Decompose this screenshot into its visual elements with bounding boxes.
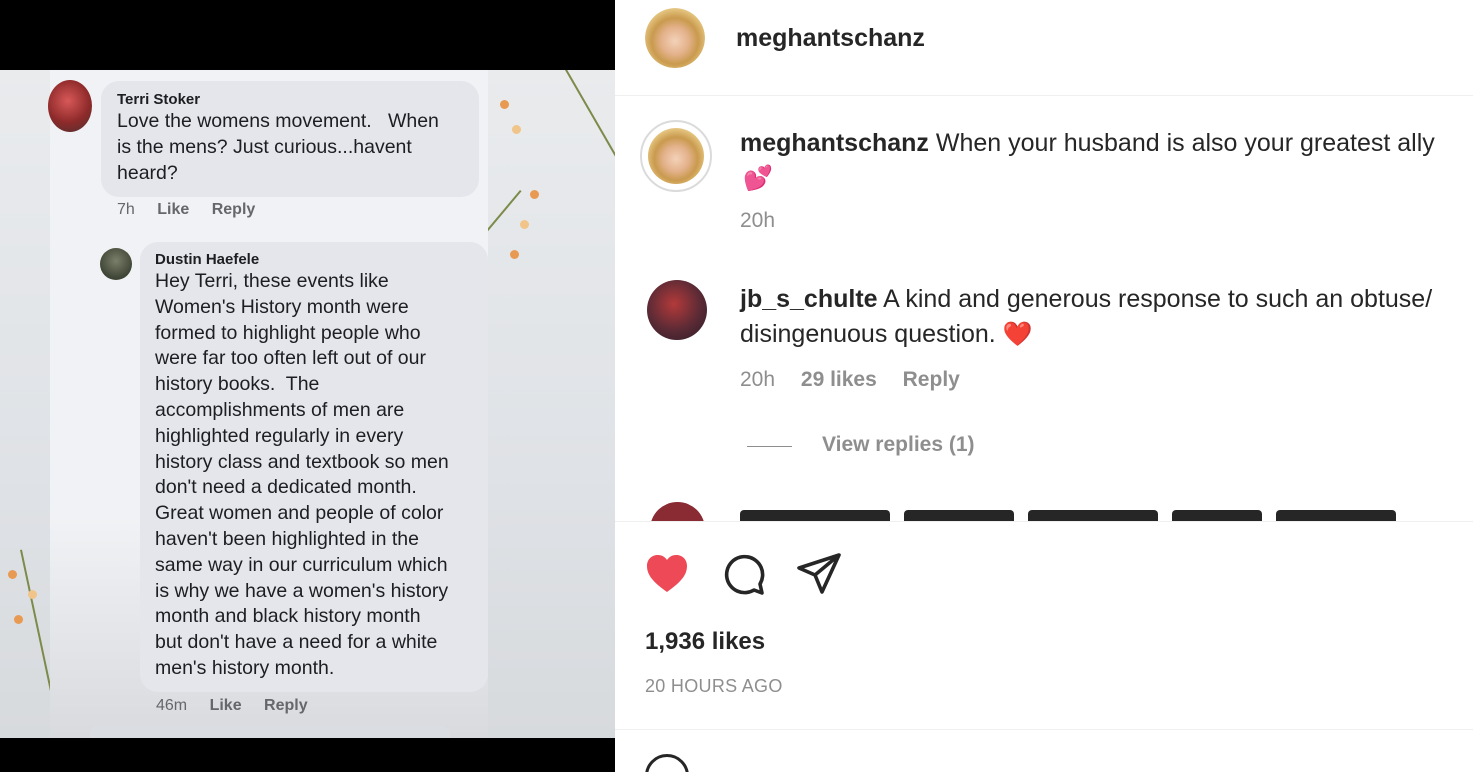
avatar[interactable] — [640, 120, 712, 192]
reply-bubble: Dustin Haefele Hey Terri, these events l… — [140, 242, 488, 692]
avatar[interactable] — [645, 8, 705, 68]
replies-divider — [747, 446, 792, 447]
comment-author: Terri Stoker — [117, 91, 201, 108]
comment-text: Love the womens movement. When is the me… — [117, 110, 439, 184]
comment-time: 7h — [117, 201, 135, 218]
facebook-comment-screenshot: Terri Stoker Love the womens movement. W… — [0, 70, 615, 738]
clipped-comment — [740, 502, 1460, 521]
header-username[interactable]: meghantschanz — [736, 24, 925, 53]
comment-likes[interactable]: 29 likes — [801, 368, 877, 391]
like-link: Like — [209, 697, 242, 714]
blossom-decoration — [510, 250, 519, 259]
blossom-decoration — [14, 615, 23, 624]
flower-stem-decoration — [565, 70, 615, 183]
reply-meta: 46m Like Reply — [156, 697, 326, 715]
post-date: 20 HOURS AGO — [645, 676, 783, 696]
red-heart-icon: ❤️ — [1002, 321, 1033, 348]
two-hearts-icon: 💕 — [743, 165, 773, 192]
heart-icon[interactable] — [643, 550, 691, 598]
reply-link: Reply — [264, 697, 308, 714]
blossom-decoration — [500, 100, 509, 109]
blossom-decoration — [8, 570, 17, 579]
avatar[interactable] — [650, 502, 705, 521]
post-actions: 1,936 likes 20 HOURS AGO — [615, 521, 1473, 731]
post-media: Terri Stoker Love the womens movement. W… — [0, 0, 615, 772]
post-header: meghantschanz — [615, 0, 1473, 96]
write-comment-bar — [90, 726, 450, 738]
caption: meghantschanz When your husband is also … — [740, 126, 1460, 161]
blossom-decoration — [520, 220, 529, 229]
like-link: Like — [157, 201, 190, 218]
emoji-icon[interactable] — [645, 754, 689, 772]
comment: jb_s_chulte A kind and generous response… — [740, 282, 1460, 352]
comment-username[interactable]: jb_s_chulte — [740, 285, 878, 313]
add-comment-bar — [615, 729, 1473, 772]
reply-author: Dustin Haefele — [155, 251, 260, 268]
likes-count[interactable]: 1,936 likes — [645, 628, 765, 656]
blossom-decoration — [512, 125, 521, 134]
avatar — [100, 248, 132, 280]
comment-time[interactable]: 20h — [740, 368, 775, 391]
blossom-decoration — [28, 590, 37, 599]
share-icon[interactable] — [795, 550, 843, 598]
view-replies-button[interactable]: View replies (1) — [822, 433, 975, 457]
reply-button[interactable]: Reply — [903, 368, 960, 391]
avatar — [48, 80, 92, 132]
caption-text: When your husband is also your greatest … — [935, 129, 1435, 157]
caption-time[interactable]: 20h — [740, 209, 775, 233]
reply-text: Hey Terri, these events like Women's His… — [155, 270, 449, 679]
caption-username[interactable]: meghantschanz — [740, 129, 929, 157]
post-sidebar: meghantschanz meghantschanz When your hu… — [615, 0, 1473, 772]
avatar[interactable] — [647, 280, 707, 340]
comment-meta: 20h 29 likes Reply — [740, 368, 960, 392]
comment-icon[interactable] — [720, 550, 768, 598]
comment-bubble: Terri Stoker Love the womens movement. W… — [101, 81, 479, 197]
comments-list[interactable]: meghantschanz When your husband is also … — [615, 96, 1473, 521]
comment-meta: 7h Like Reply — [117, 201, 273, 219]
reply-link: Reply — [211, 201, 256, 218]
reply-time: 46m — [156, 697, 188, 714]
blossom-decoration — [530, 190, 539, 199]
